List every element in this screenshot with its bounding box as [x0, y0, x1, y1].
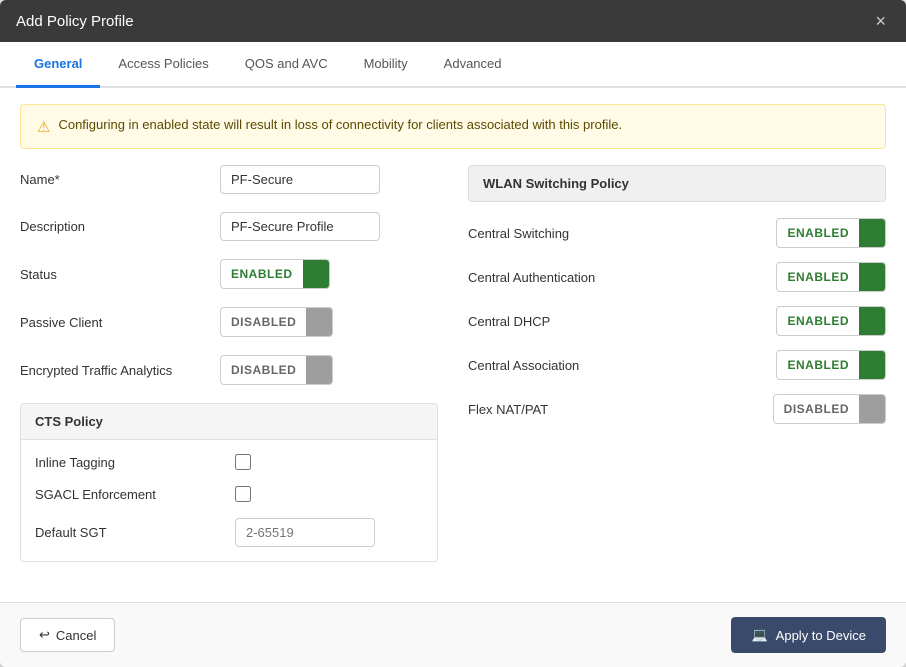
add-policy-profile-modal: Add Policy Profile × General Access Poli… [0, 0, 906, 667]
cts-policy-header: CTS Policy [20, 403, 438, 440]
cancel-icon: ↩ [39, 627, 50, 643]
passive-client-row: Passive Client DISABLED [20, 307, 438, 337]
central-association-value: ENABLED [777, 353, 859, 377]
central-association-toggle[interactable]: ENABLED [776, 350, 886, 380]
passive-client-toggle[interactable]: DISABLED [220, 307, 333, 337]
eta-label: Encrypted Traffic Analytics [20, 363, 220, 378]
flex-nat-toggle[interactable]: DISABLED [773, 394, 886, 424]
inline-tagging-row: Inline Tagging [35, 454, 423, 470]
sgacl-checkbox[interactable] [235, 486, 251, 502]
tab-access-policies[interactable]: Access Policies [100, 42, 226, 88]
central-dhcp-toggle[interactable]: ENABLED [776, 306, 886, 336]
name-label: Name* [20, 172, 220, 187]
sgacl-label: SGACL Enforcement [35, 487, 235, 502]
default-sgt-row: Default SGT [35, 518, 423, 547]
central-dhcp-value: ENABLED [777, 309, 859, 333]
modal-footer: ↩ Cancel 💻 Apply to Device [0, 602, 906, 667]
tab-general[interactable]: General [16, 42, 100, 88]
inline-tagging-checkbox[interactable] [235, 454, 251, 470]
form-content: Name* Description Status ENABLED Passive… [0, 165, 906, 602]
name-input[interactable] [220, 165, 380, 194]
central-authentication-toggle[interactable]: ENABLED [776, 262, 886, 292]
eta-toggle[interactable]: DISABLED [220, 355, 333, 385]
cts-policy-section: CTS Policy Inline Tagging SGACL Enforcem… [20, 403, 438, 562]
central-switching-label: Central Switching [468, 226, 569, 241]
apply-device-icon: 💻 [751, 627, 767, 643]
sgacl-row: SGACL Enforcement [35, 486, 423, 502]
central-dhcp-label: Central DHCP [468, 314, 550, 329]
default-sgt-label: Default SGT [35, 525, 235, 540]
tab-mobility[interactable]: Mobility [346, 42, 426, 88]
wlan-row-central-dhcp: Central DHCP ENABLED [468, 306, 886, 336]
default-sgt-input[interactable] [235, 518, 375, 547]
modal-title: Add Policy Profile [16, 13, 134, 30]
right-panel: WLAN Switching Policy Central Switching … [468, 165, 886, 582]
tab-advanced[interactable]: Advanced [426, 42, 520, 88]
name-row: Name* [20, 165, 438, 194]
central-association-label: Central Association [468, 358, 579, 373]
status-label: Status [20, 267, 220, 282]
flex-nat-value: DISABLED [774, 397, 859, 421]
central-switching-value: ENABLED [777, 221, 859, 245]
flex-nat-indicator [859, 395, 885, 423]
description-label: Description [20, 219, 220, 234]
wlan-header: WLAN Switching Policy [468, 165, 886, 202]
status-toggle-label: ENABLED [221, 262, 303, 286]
cancel-button[interactable]: ↩ Cancel [20, 618, 115, 652]
modal-header: Add Policy Profile × [0, 0, 906, 42]
status-row: Status ENABLED [20, 259, 438, 289]
central-switching-indicator [859, 219, 885, 247]
apply-button[interactable]: 💻 Apply to Device [731, 617, 886, 653]
central-authentication-value: ENABLED [777, 265, 859, 289]
central-switching-toggle[interactable]: ENABLED [776, 218, 886, 248]
warning-text: Configuring in enabled state will result… [58, 117, 622, 132]
cts-policy-content: Inline Tagging SGACL Enforcement Default… [20, 440, 438, 562]
flex-nat-label: Flex NAT/PAT [468, 402, 548, 417]
eta-indicator [306, 356, 332, 384]
passive-client-toggle-label: DISABLED [221, 310, 306, 334]
warning-icon: ⚠ [37, 118, 50, 136]
description-row: Description [20, 212, 438, 241]
status-toggle-indicator [303, 260, 329, 288]
tabs-bar: General Access Policies QOS and AVC Mobi… [0, 42, 906, 88]
eta-toggle-label: DISABLED [221, 358, 306, 382]
eta-row: Encrypted Traffic Analytics DISABLED [20, 355, 438, 385]
central-association-indicator [859, 351, 885, 379]
left-panel: Name* Description Status ENABLED Passive… [20, 165, 438, 582]
apply-label: Apply to Device [776, 628, 866, 643]
warning-banner: ⚠ Configuring in enabled state will resu… [20, 104, 886, 149]
wlan-row-central-authentication: Central Authentication ENABLED [468, 262, 886, 292]
central-dhcp-indicator [859, 307, 885, 335]
inline-tagging-label: Inline Tagging [35, 455, 235, 470]
central-authentication-indicator [859, 263, 885, 291]
wlan-row-central-association: Central Association ENABLED [468, 350, 886, 380]
description-input[interactable] [220, 212, 380, 241]
passive-client-label: Passive Client [20, 315, 220, 330]
wlan-row-flex-nat: Flex NAT/PAT DISABLED [468, 394, 886, 424]
central-authentication-label: Central Authentication [468, 270, 595, 285]
status-toggle[interactable]: ENABLED [220, 259, 330, 289]
wlan-row-central-switching: Central Switching ENABLED [468, 218, 886, 248]
close-button[interactable]: × [871, 12, 890, 30]
tab-qos-avc[interactable]: QOS and AVC [227, 42, 346, 88]
passive-client-indicator [306, 308, 332, 336]
cancel-label: Cancel [56, 628, 96, 643]
